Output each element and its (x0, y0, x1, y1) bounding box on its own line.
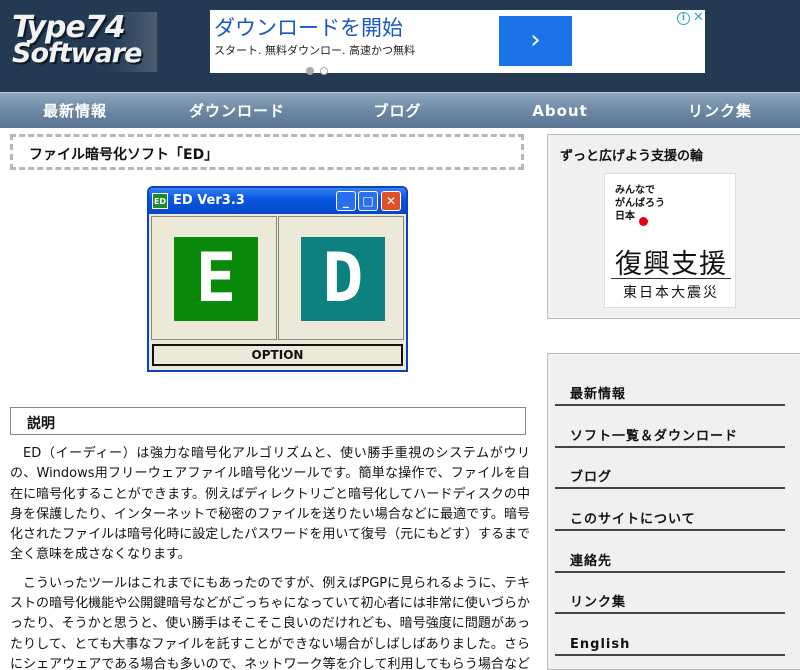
sidebar-menu: 最新情報 ソフト一覧＆ダウンロード ブログ このサイトについて 連絡先 リンク集… (547, 353, 800, 670)
sidebar-item-label: このサイトについて (570, 512, 696, 527)
window-title: ED Ver3.3 (173, 193, 245, 208)
ad-title[interactable]: ダウンロードを開始 (214, 12, 403, 42)
carousel-dot[interactable] (320, 67, 328, 75)
ad-subtitle: スタート. 無料ダウンロー. 高速かつ無料 (214, 44, 415, 57)
close-icon[interactable]: ✕ (693, 10, 704, 25)
encrypt-panel[interactable]: E (151, 216, 277, 340)
sidebar-item-news[interactable]: 最新情報 (555, 376, 785, 406)
chevron-right-icon: › (530, 25, 541, 55)
minimize-icon[interactable]: _ (336, 191, 356, 211)
sidebar-item-about-site[interactable]: このサイトについて (555, 501, 785, 531)
carousel-dots (306, 60, 334, 79)
section-heading-box: 説明 (10, 407, 526, 435)
encrypt-e-icon[interactable]: E (174, 237, 258, 321)
decrypt-panel[interactable]: D (278, 216, 404, 340)
nav-item-download[interactable]: ダウンロード (172, 93, 302, 129)
sidebar-item-label: 連絡先 (570, 554, 613, 569)
sidebar-item-label: 最新情報 (570, 387, 627, 402)
ad-cta-button[interactable]: › (499, 16, 572, 66)
sidebar-item-label: リンク集 (570, 595, 627, 610)
support-box: ずっと広げよう支援の輪 みんなで がんばろう 日本 復興支援 東日本大震災 (547, 134, 800, 319)
sidebar-item-label: ブログ (570, 470, 613, 485)
app-icon: ED (152, 193, 168, 209)
banner-main-text: 復興支援 (615, 249, 727, 280)
main-navigation: 最新情報 ダウンロード ブログ About リンク集 (0, 92, 800, 128)
decrypt-d-icon[interactable]: D (301, 237, 385, 321)
close-icon[interactable]: ✕ (381, 191, 401, 211)
japan-flag-icon (639, 217, 648, 226)
page-title-box: ファイル暗号化ソフト「ED」 (10, 134, 524, 170)
site-header: Type74 Software ダウンロードを開始 スタート. 無料ダウンロー.… (0, 0, 800, 92)
carousel-dot-active[interactable] (306, 67, 314, 75)
sidebar-item-contact[interactable]: 連絡先 (555, 543, 785, 573)
support-title: ずっと広げよう支援の輪 (560, 149, 704, 164)
maximize-icon[interactable]: □ (358, 191, 378, 211)
sidebar-item-blog[interactable]: ブログ (555, 459, 785, 489)
nav-item-news[interactable]: 最新情報 (20, 93, 130, 129)
info-icon[interactable]: i (677, 12, 690, 25)
logo-line-2: Software (12, 38, 142, 69)
description-paragraph-2: こういったツールはこれまでにもあったのですが、例えばPGPに見られるように、テキ… (10, 575, 530, 670)
page-title: ファイル暗号化ソフト「ED」 (29, 147, 219, 163)
banner-divider (611, 278, 731, 279)
nav-item-blog[interactable]: ブログ (350, 93, 445, 129)
site-logo[interactable]: Type74 Software (12, 8, 157, 82)
app-window-screenshot: ED ED Ver3.3 _ □ ✕ E D OPTION (147, 186, 408, 372)
description-paragraph-1: ED（イーディー）は強力な暗号化アルゴリズムと、使い勝手重視のシステムがウリの、… (10, 446, 530, 563)
banner-sub-text: 東日本大震災 (623, 285, 719, 301)
nav-item-links[interactable]: リンク集 (670, 93, 770, 129)
sidebar-item-links[interactable]: リンク集 (555, 584, 785, 614)
section-heading: 説明 (27, 416, 55, 432)
description-text: ED（イーディー）は強力な暗号化アルゴリズムと、使い勝手重視のシステムがウリの、… (10, 444, 530, 670)
window-titlebar[interactable]: ED ED Ver3.3 _ □ ✕ (149, 188, 406, 214)
sidebar-item-label: ソフト一覧＆ダウンロード (570, 429, 739, 444)
advertisement-banner[interactable]: ダウンロードを開始 スタート. 無料ダウンロー. 高速かつ無料 › i ✕ (210, 10, 705, 75)
sidebar-item-software-download[interactable]: ソフト一覧＆ダウンロード (555, 418, 785, 448)
reconstruction-support-banner[interactable]: みんなで がんばろう 日本 復興支援 東日本大震災 (604, 173, 736, 308)
sidebar-item-label: English (570, 637, 631, 652)
option-button[interactable]: OPTION (152, 344, 403, 366)
sidebar-item-english[interactable]: English (555, 626, 785, 656)
nav-item-about[interactable]: About (515, 93, 605, 129)
